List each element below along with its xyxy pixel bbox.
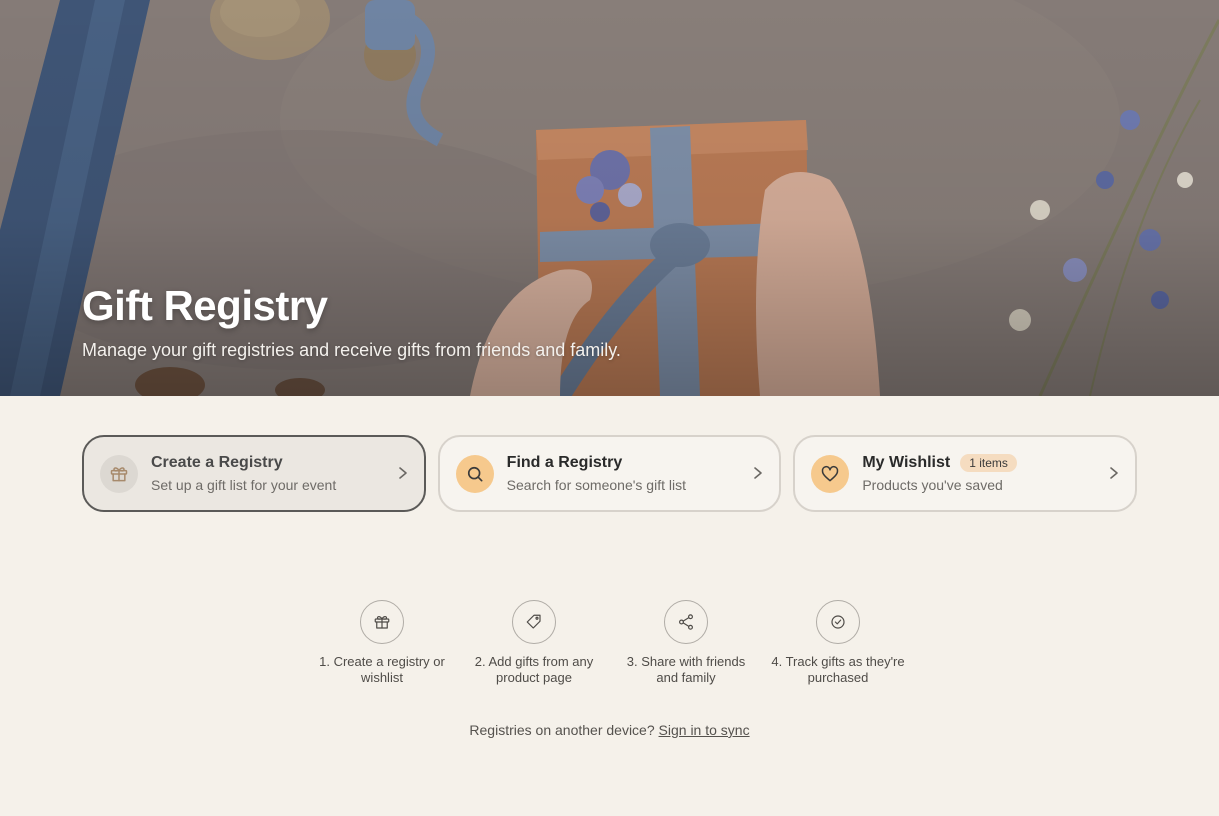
find-registry-subtitle: Search for someone's gift list: [506, 477, 686, 493]
check-circle-icon: [816, 600, 860, 644]
hero-banner: Gift Registry Manage your gift registrie…: [0, 0, 1219, 396]
create-registry-card[interactable]: Create a Registry Set up a gift list for…: [82, 435, 426, 512]
chevron-right-icon: [754, 467, 763, 479]
action-cards: Create a Registry Set up a gift list for…: [82, 435, 1138, 512]
my-wishlist-card[interactable]: My Wishlist 1 items Products you've save…: [793, 435, 1138, 512]
share-icon: [664, 600, 708, 644]
heart-icon: [811, 454, 850, 493]
create-registry-title: Create a Registry: [151, 454, 283, 471]
hero-overlay: [0, 0, 1219, 396]
sign-in-sync-link[interactable]: Sign in to sync: [659, 722, 750, 738]
find-registry-title: Find a Registry: [506, 454, 623, 471]
step-label: 2. Add gifts from any product page: [474, 654, 594, 685]
gift-icon: [100, 454, 138, 493]
chevron-right-icon: [1110, 467, 1118, 479]
create-registry-subtitle: Set up a gift list for your event: [151, 477, 337, 493]
my-wishlist-subtitle: Products you've saved: [862, 477, 1003, 493]
sync-text: Registries on another device?: [469, 722, 655, 738]
step-track: 4. Track gifts as they're purchased: [762, 600, 914, 686]
step-label: 3. Share with friends and family: [626, 654, 746, 685]
find-registry-card[interactable]: Find a Registry Search for someone's gif…: [437, 435, 782, 512]
wishlist-count-badge: 1 items: [960, 454, 1017, 472]
how-it-works-steps: 1. Create a registry or wishlist 2. Add …: [306, 600, 914, 686]
page-title: Gift Registry: [82, 282, 328, 329]
sync-prompt: Registries on another device? Sign in to…: [0, 722, 1219, 738]
step-share: 3. Share with friends and family: [610, 600, 762, 686]
page-subtitle: Manage your gift registries and receive …: [82, 340, 621, 360]
step-label: 1. Create a registry or wishlist: [319, 654, 445, 685]
step-add-gifts: 2. Add gifts from any product page: [458, 600, 610, 686]
search-icon: [455, 454, 494, 493]
my-wishlist-title: My Wishlist: [862, 454, 951, 471]
gift-icon: [360, 600, 404, 644]
chevron-right-icon: [398, 467, 407, 479]
step-create: 1. Create a registry or wishlist: [306, 600, 458, 686]
step-label: 4. Track gifts as they're purchased: [771, 654, 905, 685]
tag-icon: [512, 600, 556, 644]
